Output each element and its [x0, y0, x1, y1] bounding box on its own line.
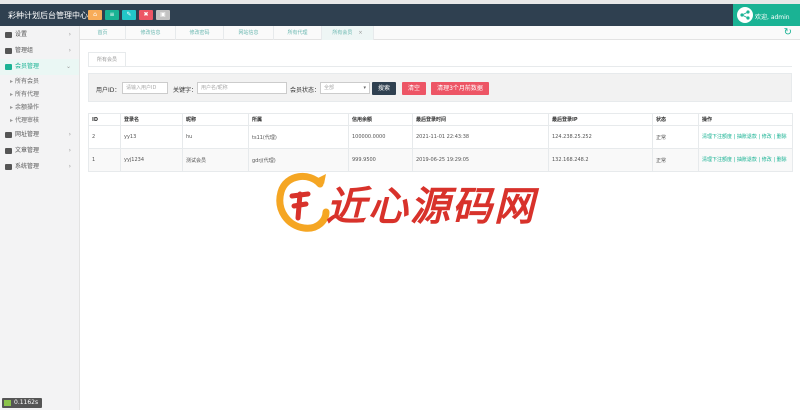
tab-home[interactable]: 首页 [80, 26, 126, 40]
cell-login: yyj1234 [120, 148, 183, 172]
sidebar-item-label: 网址管理 [15, 131, 40, 138]
top-navbar: 彩种计划后台管理中心 ⌂ ≡ ✎ ✖ ▣ 欢迎, admin [0, 4, 800, 26]
edit-icon-button[interactable]: ✎ [122, 10, 136, 20]
column-header: ID [88, 113, 121, 126]
sidebar-subitem-agent-review[interactable]: 代理审核 [0, 114, 79, 127]
tab-divider [88, 66, 792, 67]
column-header: 操作 [698, 113, 793, 126]
sidebar-subitem-all-agents[interactable]: 所有代理 [0, 88, 79, 101]
sidebar-subitem-balance[interactable]: 余额操作 [0, 101, 79, 114]
members-table: ID 登录名 昵称 所属 信用余额 最后登录时间 最后登录IP 状态 操作 2 … [88, 113, 793, 172]
cell-nickname: hu [182, 125, 249, 149]
cell-login: yy13 [120, 125, 183, 149]
column-header: 信用余额 [348, 113, 413, 126]
chevron-down-icon: ▾ [363, 85, 366, 91]
share-icon [737, 7, 753, 23]
tab-edit-info[interactable]: 修改信息 [126, 26, 176, 40]
fullscreen-icon-button[interactable]: ▣ [156, 10, 170, 20]
delete-icon-button[interactable]: ✖ [139, 10, 153, 20]
gear-icon [5, 32, 12, 38]
member-icon [5, 64, 12, 70]
sidebar-item-settings[interactable]: 设置 › [0, 27, 79, 43]
doc-icon [5, 148, 12, 154]
cell-last-login-time: 2021-11-01 22:43:38 [412, 125, 549, 149]
system-icon [5, 164, 12, 170]
column-header: 最后登录时间 [412, 113, 549, 126]
sidebar-item-system[interactable]: 系统管理 › [0, 159, 79, 175]
sidebar-item-label: 管理组 [15, 47, 34, 54]
cell-id: 1 [88, 148, 121, 172]
row-actions[interactable]: 清理下注额度 | 抽账退款 | 修改 | 删除 [698, 148, 793, 172]
status-selected-value: 全部 [324, 85, 335, 91]
sidebar: 设置 › 管理组 › 会员管理 ⌄ 所有会员 所有代理 余额操作 代理审核 网址… [0, 26, 80, 410]
column-header: 所属 [248, 113, 349, 126]
chevron-right-icon: › [68, 147, 71, 154]
search-button[interactable]: 搜索 [372, 82, 396, 95]
watermark-text: 近心源码网 [326, 183, 536, 230]
sidebar-item-label: 设置 [15, 31, 28, 38]
tab-edit-password[interactable]: 修改密码 [176, 26, 224, 40]
status-select[interactable]: 全部 ▾ [320, 82, 370, 94]
sidebar-item-members[interactable]: 会员管理 ⌄ [0, 59, 79, 75]
grid-icon [5, 132, 12, 138]
keyword-input[interactable]: 用户名/昵称 [197, 82, 287, 94]
user-greeting: 欢迎, admin [755, 14, 790, 21]
home-icon-button[interactable]: ⌂ [88, 10, 102, 20]
column-header: 状态 [652, 113, 699, 126]
status-label: 会员状态： [290, 87, 321, 94]
sidebar-item-label: 系统管理 [15, 163, 40, 170]
user-menu[interactable]: 欢迎, admin [733, 4, 800, 26]
top-toolbar: ⌂ ≡ ✎ ✖ ▣ [88, 10, 170, 20]
chevron-down-icon: ⌄ [65, 63, 71, 70]
chevron-right-icon: › [68, 31, 71, 38]
sidebar-item-admin-group[interactable]: 管理组 › [0, 43, 79, 59]
table-header-row: ID 登录名 昵称 所属 信用余额 最后登录时间 最后登录IP 状态 操作 [88, 113, 793, 126]
chevron-right-icon: › [68, 163, 71, 170]
column-header: 最后登录IP [548, 113, 653, 126]
cell-status: 正常 [652, 148, 699, 172]
user-id-input[interactable]: 请输入用户ID [122, 82, 168, 94]
tab-label: 所有会员 [332, 30, 353, 36]
list-icon-button[interactable]: ≡ [105, 10, 119, 20]
table-row: 2 yy13 hu ts11(代理) 100000.0000 2021-11-0… [88, 125, 793, 149]
tab-all-agents[interactable]: 所有代理 [274, 26, 322, 40]
column-header: 登录名 [120, 113, 183, 126]
sidebar-item-articles[interactable]: 文章管理 › [0, 143, 79, 159]
cell-nickname: 测试会员 [182, 148, 249, 172]
row-actions[interactable]: 清理下注额度 | 抽账退款 | 修改 | 删除 [698, 125, 793, 149]
app-title: 彩种计划后台管理中心 [8, 11, 88, 20]
cell-id: 2 [88, 125, 121, 149]
refresh-icon[interactable]: ↻ [784, 27, 792, 39]
search-panel: 用户ID： 请输入用户ID 关键字： 用户名/昵称 会员状态： 全部 ▾ 搜索 … [88, 73, 792, 102]
cell-owner: ts11(代理) [248, 125, 349, 149]
sidebar-item-label: 会员管理 [15, 63, 40, 70]
close-icon[interactable]: × [358, 30, 362, 36]
dragon-logo-icon [276, 173, 330, 232]
cell-status: 正常 [652, 125, 699, 149]
chevron-right-icon: › [68, 131, 71, 138]
watermark-logo: 近心源码网 [274, 168, 544, 238]
column-header: 昵称 [182, 113, 249, 126]
cell-last-login-ip: 132.168.248.2 [548, 148, 653, 172]
render-timer-badge: 0.1162s [2, 398, 43, 408]
sidebar-item-sites[interactable]: 网址管理 › [0, 127, 79, 143]
cell-balance: 100000.0000 [348, 125, 413, 149]
inner-tab-all-members[interactable]: 所有会员 [88, 52, 126, 66]
clear-button[interactable]: 清空 [402, 82, 426, 95]
tab-all-members[interactable]: 所有会员 × [322, 26, 374, 40]
user-id-label: 用户ID： [96, 87, 121, 94]
users-icon [5, 48, 12, 54]
tab-site-info[interactable]: 网站信息 [224, 26, 274, 40]
chevron-right-icon: › [68, 47, 71, 54]
sidebar-item-label: 文章管理 [15, 147, 40, 154]
page-tabs: 首页 修改信息 修改密码 网站信息 所有代理 所有会员 × ↻ [80, 26, 800, 40]
purge-old-data-button[interactable]: 清理3个月前数据 [431, 82, 489, 95]
cell-last-login-ip: 124.238.25.252 [548, 125, 653, 149]
sidebar-subitem-all-members[interactable]: 所有会员 [0, 75, 79, 88]
keyword-label: 关键字： [173, 87, 198, 94]
